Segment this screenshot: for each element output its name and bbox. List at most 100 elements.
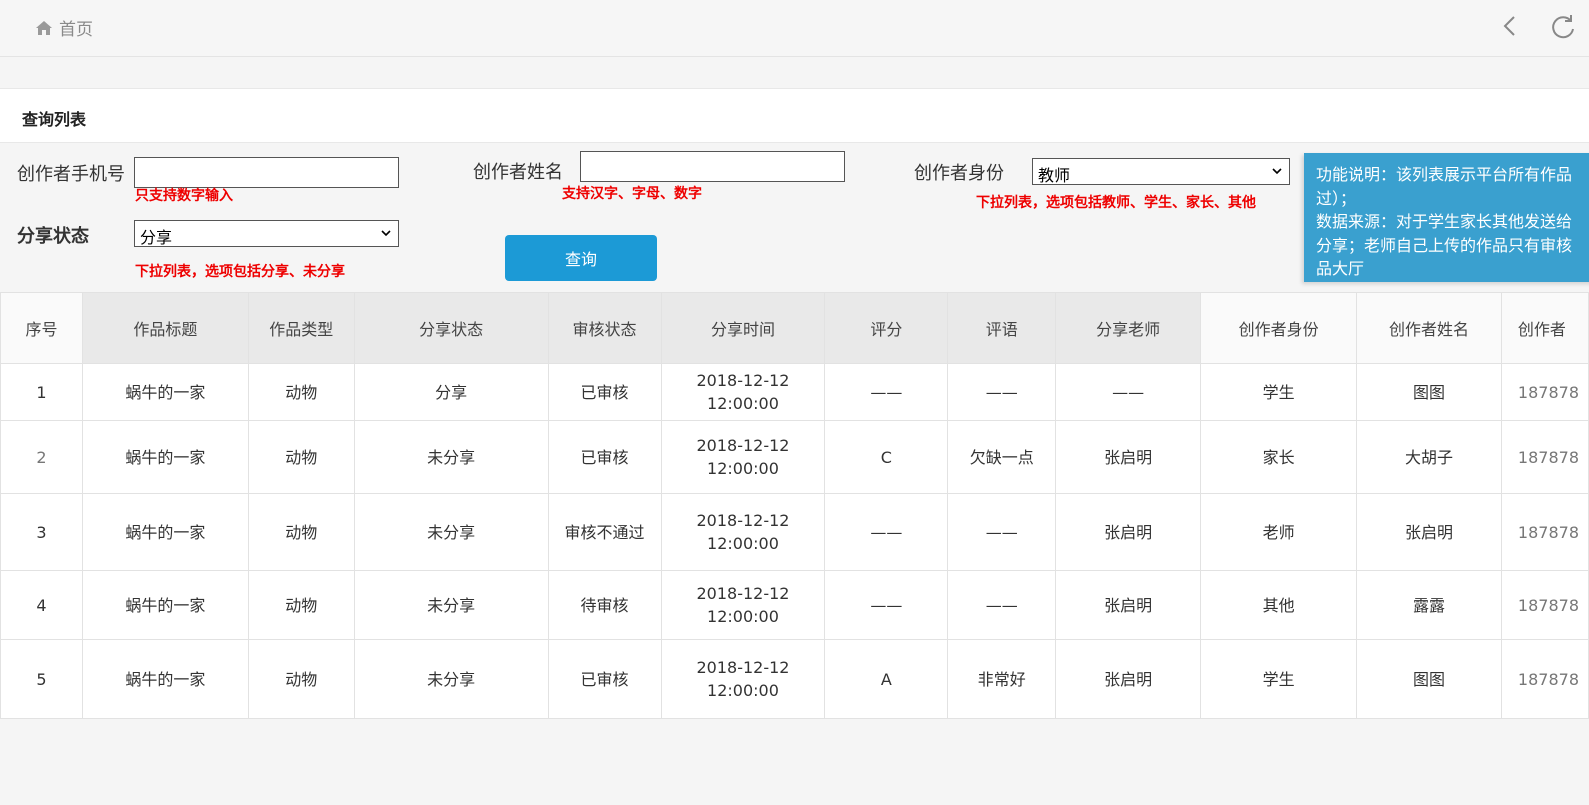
col-header-audit-status: 审核状态 <box>547 292 662 364</box>
refresh-icon[interactable] <box>1549 12 1579 42</box>
chevron-left-icon[interactable] <box>1500 14 1520 38</box>
col-header-teacher: 分享老师 <box>1055 292 1202 364</box>
col-header-creator-phone: 创作者 <box>1500 292 1589 364</box>
col-header-share-status: 分享状态 <box>353 292 549 364</box>
cell-audit: 待审核 <box>547 570 662 640</box>
cell-comment: —— <box>947 363 1057 421</box>
col-header-creator-name: 创作者姓名 <box>1356 292 1502 364</box>
share-status-hint: 下拉列表，选项包括分享、未分享 <box>135 264 345 280</box>
cell-creator-name: 张启明 <box>1356 493 1502 571</box>
cell-title: 蜗牛的一家 <box>81 363 249 421</box>
cell-teacher: 张启明 <box>1055 639 1202 719</box>
cell-creator-phone: 187878 <box>1500 639 1589 719</box>
cell-share-time: 2018-12-12 12:00:00 <box>660 639 826 719</box>
cell-share: 未分享 <box>353 493 549 571</box>
cell-share-time: 2018-12-12 12:00:00 <box>660 420 826 494</box>
cell-comment: 非常好 <box>947 639 1057 719</box>
cell-identity: 家长 <box>1200 420 1358 494</box>
panel-title: 查询列表 <box>22 110 87 129</box>
cell-share: 分享 <box>353 363 549 421</box>
cell-date: 2018-12-12 <box>696 436 790 455</box>
identity-select-value: 教师 <box>1038 166 1071 185</box>
cell-creator-name: 露露 <box>1356 570 1502 640</box>
cell-type: 动物 <box>247 420 355 494</box>
table-header-row: 序号 作品标题 作品类型 分享状态 审核状态 分享时间 评分 评语 分享老师 创… <box>0 292 1589 364</box>
cell-identity: 学生 <box>1200 639 1358 719</box>
phone-hint: 只支持数字输入 <box>135 188 233 204</box>
cell-creator-name: 图图 <box>1356 639 1502 719</box>
top-bar: 首页 <box>0 0 1589 57</box>
cell-share-time: 2018-12-12 12:00:00 <box>660 363 826 421</box>
phone-input[interactable] <box>134 157 399 188</box>
note-line: 功能说明：该列表展示平台所有作品 <box>1316 165 1573 184</box>
cell-time: 12:00:00 <box>707 607 779 626</box>
cell-type: 动物 <box>247 639 355 719</box>
cell-audit: 已审核 <box>547 639 662 719</box>
cell-score: A <box>824 639 949 719</box>
cell-no: 2 <box>0 420 83 494</box>
cell-creator-phone: 187878 <box>1500 493 1589 571</box>
cell-no: 5 <box>0 639 83 719</box>
cell-date: 2018-12-12 <box>696 371 790 390</box>
table-row[interactable]: 5 蜗牛的一家 动物 未分享 已审核 2018-12-12 12:00:00 A … <box>0 639 1589 719</box>
function-description-note: 功能说明：该列表展示平台所有作品 过）； 数据来源：对于学生家长其他发送给 分享… <box>1304 153 1589 282</box>
identity-hint: 下拉列表，选项包括教师、学生、家长、其他 <box>976 195 1256 211</box>
cell-share-time: 2018-12-12 12:00:00 <box>660 493 826 571</box>
share-status-select[interactable]: 分享 <box>134 220 399 247</box>
breadcrumb-home[interactable]: 首页 <box>35 15 93 40</box>
cell-identity: 老师 <box>1200 493 1358 571</box>
cell-type: 动物 <box>247 493 355 571</box>
cell-identity: 学生 <box>1200 363 1358 421</box>
note-line: 过）； <box>1316 188 1357 208</box>
table-row[interactable]: 2 蜗牛的一家 动物 未分享 已审核 2018-12-12 12:00:00 C … <box>0 420 1589 494</box>
note-line: 品大厅 <box>1316 259 1365 278</box>
cell-teacher: 张启明 <box>1055 493 1202 571</box>
col-header-score: 评分 <box>824 292 949 364</box>
cell-time: 12:00:00 <box>707 534 779 553</box>
cell-teacher: 张启明 <box>1055 420 1202 494</box>
cell-creator-phone: 187878 <box>1500 420 1589 494</box>
col-header-share-time: 分享时间 <box>660 292 826 364</box>
cell-comment: —— <box>947 493 1057 571</box>
col-header-comment: 评语 <box>947 292 1057 364</box>
cell-audit: 已审核 <box>547 363 662 421</box>
cell-audit: 审核不通过 <box>547 493 662 571</box>
cell-time: 12:00:00 <box>707 681 779 700</box>
chevron-down-icon <box>381 230 391 237</box>
cell-time: 12:00:00 <box>707 459 779 478</box>
cell-title: 蜗牛的一家 <box>81 493 249 571</box>
name-input[interactable] <box>580 151 845 182</box>
identity-select[interactable]: 教师 <box>1032 158 1290 185</box>
cell-share: 未分享 <box>353 570 549 640</box>
col-header-title: 作品标题 <box>81 292 249 364</box>
cell-score: —— <box>824 570 949 640</box>
table-row[interactable]: 1 蜗牛的一家 动物 分享 已审核 2018-12-12 12:00:00 —— … <box>0 363 1589 421</box>
cell-share-time: 2018-12-12 12:00:00 <box>660 570 826 640</box>
cell-share: 未分享 <box>353 639 549 719</box>
col-header-type: 作品类型 <box>247 292 355 364</box>
identity-label: 创作者身份 <box>914 163 1004 184</box>
cell-type: 动物 <box>247 363 355 421</box>
table-row[interactable]: 4 蜗牛的一家 动物 未分享 待审核 2018-12-12 12:00:00 ——… <box>0 570 1589 640</box>
cell-creator-name: 图图 <box>1356 363 1502 421</box>
name-hint: 支持汉字、字母、数字 <box>562 186 702 202</box>
chevron-down-icon <box>1272 168 1282 175</box>
cell-score: —— <box>824 493 949 571</box>
cell-score: —— <box>824 363 949 421</box>
cell-date: 2018-12-12 <box>696 584 790 603</box>
query-button[interactable]: 查询 <box>505 235 657 281</box>
note-line: 分享；老师自己上传的作品只有审核 <box>1316 235 1573 255</box>
cell-creator-name: 大胡子 <box>1356 420 1502 494</box>
cell-no: 3 <box>0 493 83 571</box>
cell-title: 蜗牛的一家 <box>81 570 249 640</box>
cell-comment: —— <box>947 570 1057 640</box>
share-status-label: 分享状态 <box>17 226 89 247</box>
cell-title: 蜗牛的一家 <box>81 639 249 719</box>
home-icon <box>36 20 52 35</box>
cell-date: 2018-12-12 <box>696 658 790 677</box>
cell-audit: 已审核 <box>547 420 662 494</box>
table-row[interactable]: 3 蜗牛的一家 动物 未分享 审核不通过 2018-12-12 12:00:00 … <box>0 493 1589 571</box>
panel-header: 查询列表 <box>0 88 1589 143</box>
cell-type: 动物 <box>247 570 355 640</box>
cell-comment: 欠缺一点 <box>947 420 1057 494</box>
